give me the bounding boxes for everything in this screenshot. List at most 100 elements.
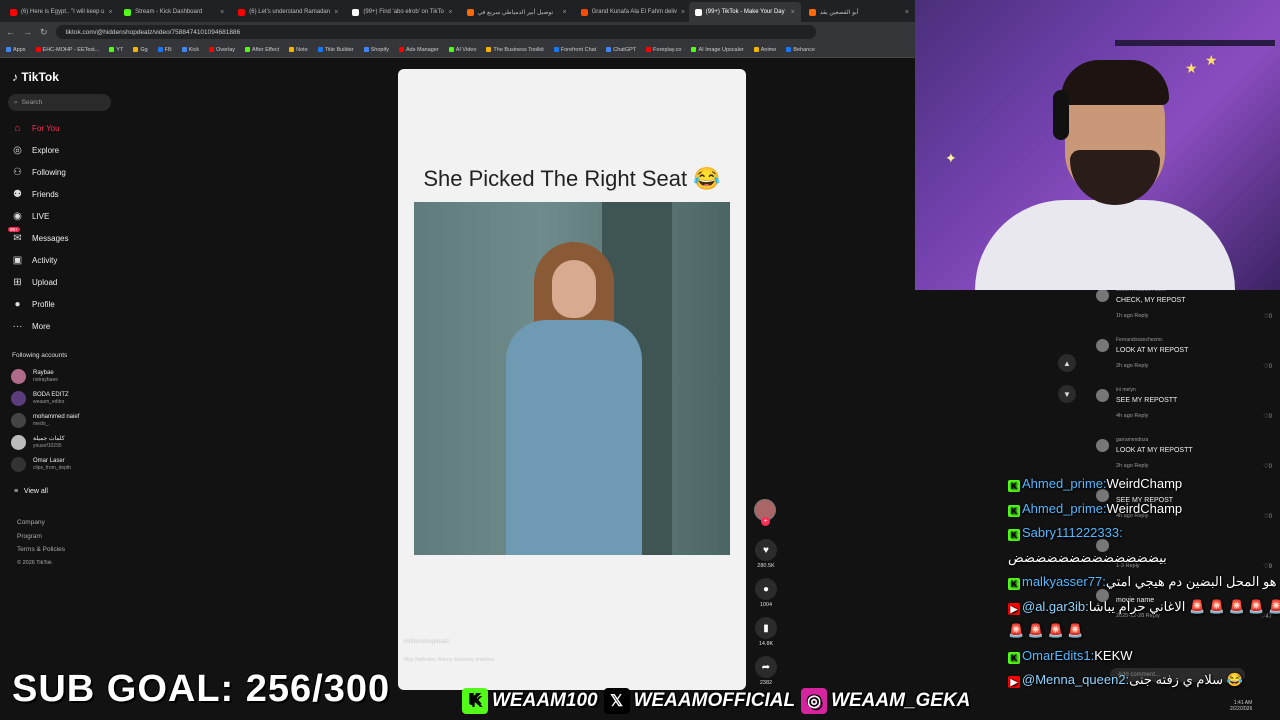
scroll-up-icon[interactable]: ▲ <box>1058 354 1076 372</box>
comment-avatar[interactable] <box>1096 439 1109 452</box>
search-input[interactable]: ⌕ Search <box>8 94 111 111</box>
sidebar-nav-live[interactable]: ◉ LIVE <box>11 208 161 224</box>
chat-username: malkyasser77: <box>1022 574 1106 589</box>
back-icon[interactable]: ← <box>6 27 15 37</box>
bookmark-item[interactable]: AI Image Upscaler <box>691 46 744 53</box>
browser-tab[interactable]: أبو القصعين يقد × <box>803 2 915 22</box>
close-tab-icon[interactable]: × <box>448 9 452 16</box>
video-author[interactable]: hiddenshopdealz <box>404 639 449 645</box>
tiktok-logo[interactable]: ♪ TikTok <box>12 70 59 84</box>
bookmark-item[interactable]: Overlay <box>209 47 235 53</box>
following-account[interactable]: Omar Laser clips_from_depth <box>11 454 161 474</box>
following-account[interactable]: كلمات جميلة yousef10295 <box>11 432 161 452</box>
sidebar-nav-more[interactable]: ··· More <box>11 318 161 334</box>
close-tab-icon[interactable]: × <box>334 9 338 16</box>
bookmark-item[interactable]: YT <box>109 47 123 53</box>
url-field[interactable]: tiktok.com/@hiddenshopdealz/video/758847… <box>55 25 816 39</box>
browser-tab[interactable]: Grand Kunafa Ala El Fahm deliv × <box>575 2 687 22</box>
close-tab-icon[interactable]: × <box>791 9 795 16</box>
save-action[interactable]: ▮ 14.8K <box>752 617 780 647</box>
browser-tab[interactable]: (6) Let's understand Ramadan × <box>232 2 344 22</box>
video-frame[interactable] <box>414 202 730 555</box>
close-tab-icon[interactable]: × <box>563 9 567 16</box>
close-tab-icon[interactable]: × <box>905 9 909 16</box>
follow-plus-icon[interactable]: + <box>761 517 770 526</box>
sidebar-nav-messages[interactable]: ✉ 99+ Messages <box>8 226 161 246</box>
bookmark-item[interactable]: AI Video <box>448 47 476 53</box>
bookmark-item[interactable]: Note <box>289 47 308 53</box>
close-tab-icon[interactable]: × <box>681 9 685 16</box>
browser-tab[interactable]: Stream - Kick Dashboard × <box>118 2 230 22</box>
comment-avatar[interactable] <box>1096 389 1109 402</box>
sidebar-nav-explore[interactable]: ◎ Explore <box>11 142 161 158</box>
bookmark-item[interactable]: Forefront Chat <box>553 47 596 53</box>
heart-icon[interactable]: ♥ <box>755 539 777 561</box>
share-action[interactable]: ➦ 2382 <box>752 656 780 686</box>
sidebar-nav-upload[interactable]: ⊞ Upload <box>11 274 161 290</box>
reply-link[interactable]: Reply <box>1134 463 1148 469</box>
bookmark-item[interactable]: Ads Manager <box>398 47 439 53</box>
comment-action[interactable]: ● 1004 <box>752 578 780 608</box>
footer-link[interactable]: Program <box>17 533 42 540</box>
following-account[interactable]: mohammed naief medo_. <box>11 410 161 430</box>
forward-icon[interactable]: → <box>23 27 32 37</box>
bookmark-label: AI Image Upscaler <box>698 46 744 53</box>
comment-icon[interactable]: ● <box>755 578 777 600</box>
view-all-link[interactable]: ≡ View all <box>14 488 48 495</box>
bookmark-item[interactable]: Gg <box>133 47 148 53</box>
bookmark-item[interactable]: ChatGPT <box>606 47 636 53</box>
bookmark-item[interactable]: The Business Toolkit <box>486 47 544 53</box>
close-tab-icon[interactable]: × <box>220 9 224 16</box>
reload-icon[interactable]: ↻ <box>40 27 48 38</box>
video-card[interactable]: She Picked The Right Seat 😂 hiddenshopde… <box>398 69 746 690</box>
chat-username: @Menna_queen2: <box>1022 672 1130 687</box>
browser-tab[interactable]: (99+) TikTok - Make Your Day × <box>688 2 801 22</box>
close-tab-icon[interactable]: × <box>109 9 113 16</box>
browser-tab[interactable]: (6) Here is Egypt.. "I will keep u × <box>4 2 116 22</box>
scroll-down-icon[interactable]: ▼ <box>1058 385 1076 403</box>
share-icon[interactable]: ➦ <box>755 656 777 678</box>
reply-link[interactable]: Reply <box>1134 363 1148 369</box>
sidebar-nav-following[interactable]: ⚇ Following <box>11 164 161 180</box>
comment-avatar[interactable] <box>1096 339 1109 352</box>
bookmark-icon[interactable]: ▮ <box>755 617 777 639</box>
like-action[interactable]: ♥ 280.5K <box>752 539 780 569</box>
comment-like-count[interactable]: ♡0 <box>1263 413 1272 420</box>
sidebar-nav-friends[interactable]: ⚉ Friends <box>11 186 161 202</box>
bookmark-item[interactable]: EHC-MOHP - EETest... <box>35 47 99 53</box>
browser-tab[interactable]: توصيل أبير الدمياطي سريع في × <box>461 2 573 22</box>
bookmark-item[interactable]: Anime <box>753 47 776 53</box>
comment-time: 4h ago <box>1116 413 1133 419</box>
tab-title: (6) Let's understand Ramadan <box>249 9 331 15</box>
comment-like-count[interactable]: ♡0 <box>1263 313 1272 320</box>
sidebar-nav-for-you[interactable]: ⌂ For You <box>11 120 161 136</box>
comment-username[interactable]: Fernandosanchezmc <box>1116 337 1163 343</box>
comment-like-count[interactable]: ♡0 <box>1263 463 1272 470</box>
reply-link[interactable]: Reply <box>1134 313 1148 319</box>
bookmark-item[interactable]: Title Builder <box>317 47 354 53</box>
chat-username: @al.gar3ib: <box>1022 598 1089 614</box>
avatar <box>11 390 26 406</box>
bookmark-item[interactable]: Kick <box>181 47 199 53</box>
comment-avatar[interactable] <box>1096 289 1109 302</box>
bookmark-item[interactable]: Shopify <box>363 47 389 53</box>
video-caption: #fyp #wtfvideo #funny #comedy #memes <box>404 657 495 663</box>
following-account[interactable]: Raybae notraybaee <box>11 366 161 386</box>
comment-username[interactable]: garramendoza <box>1116 437 1148 443</box>
bookmark-item[interactable]: Apps <box>6 47 26 53</box>
comment-username[interactable]: ini melyn <box>1116 387 1136 393</box>
bookmark-item[interactable]: FB <box>157 47 172 53</box>
sidebar-nav-profile[interactable]: ● Profile <box>11 296 161 312</box>
footer-link[interactable]: Company <box>17 519 45 526</box>
tab-title: (99+) Find 'abo elrob' on TikTo <box>363 9 444 15</box>
kick-badge-icon: K <box>1008 504 1020 517</box>
reply-link[interactable]: Reply <box>1134 413 1148 419</box>
bookmark-item[interactable]: After Effect <box>245 47 279 53</box>
bookmark-item[interactable]: Behance <box>786 47 815 53</box>
footer-link[interactable]: Terms & Policies <box>17 546 65 553</box>
sidebar-nav-activity[interactable]: ▣ Activity <box>11 252 161 268</box>
comment-like-count[interactable]: ♡0 <box>1263 363 1272 370</box>
following-account[interactable]: BODA EDITZ weaam_editor <box>11 388 161 408</box>
browser-tab[interactable]: (99+) Find 'abo elrob' on TikTo × <box>346 2 458 22</box>
bookmark-item[interactable]: Foreplay.co <box>646 47 681 53</box>
